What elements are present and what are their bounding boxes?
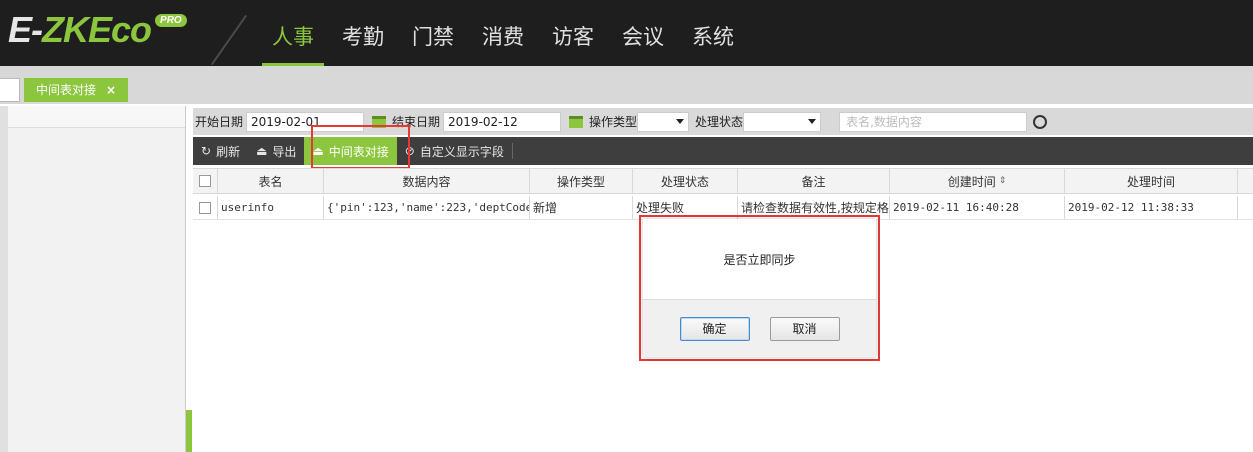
- ok-button[interactable]: 确定: [679, 316, 750, 341]
- left-panel-header: [8, 106, 185, 128]
- search-input[interactable]: 表名,数据内容: [839, 111, 1028, 132]
- app-logo[interactable]: E-ZKEco PRO: [8, 12, 187, 48]
- header-created[interactable]: 创建时间 ⇕: [890, 169, 1065, 193]
- header-status[interactable]: 处理状态: [633, 169, 738, 193]
- nav-meeting[interactable]: 会议: [612, 0, 674, 66]
- header-processed[interactable]: 处理时间: [1065, 169, 1238, 193]
- search-icon[interactable]: [1033, 114, 1048, 129]
- header-divider: [210, 14, 248, 66]
- select-all-checkbox[interactable]: [193, 169, 218, 193]
- tab-bar: 中间表对接 ×: [0, 66, 1253, 104]
- refresh-icon: ↻: [201, 144, 212, 158]
- header-created-label: 创建时间: [947, 174, 996, 189]
- cell-processed: 2019-02-12 11:38:33: [1065, 196, 1238, 219]
- export-icon: ⏏: [256, 144, 268, 158]
- custom-fields-button[interactable]: ⊘ 自定义显示字段: [397, 137, 512, 165]
- nav-access[interactable]: 门禁: [402, 0, 464, 66]
- toolbar-divider: [511, 143, 513, 159]
- dialog-footer: 确定 取消: [643, 299, 876, 357]
- row-checkbox[interactable]: [193, 196, 218, 219]
- top-header: E-ZKEco PRO 人事 考勤 门禁 消费 访客 会议 系统: [0, 0, 1253, 66]
- export-label: 导出: [272, 144, 297, 159]
- chevron-down-icon: [808, 119, 817, 124]
- tab-scroll-left[interactable]: [0, 78, 20, 102]
- logo-pro-badge: PRO: [155, 14, 187, 27]
- op-type-label: 操作类型: [589, 115, 638, 129]
- left-edge: [0, 106, 8, 452]
- nav-visitor[interactable]: 访客: [542, 0, 604, 66]
- tab-label: 中间表对接: [36, 83, 97, 97]
- start-date-label: 开始日期: [195, 115, 244, 129]
- custom-fields-label: 自定义显示字段: [419, 144, 504, 159]
- cell-op-type: 新增: [530, 196, 633, 219]
- table-header: 表名 数据内容 操作类型 处理状态 备注 创建时间 ⇕ 处理时间: [193, 168, 1253, 194]
- nav-personnel[interactable]: 人事: [262, 0, 324, 66]
- status-select[interactable]: [743, 111, 822, 132]
- header-op-type[interactable]: 操作类型: [530, 169, 633, 193]
- cell-table-name: userinfo: [218, 196, 324, 219]
- close-icon[interactable]: ×: [106, 78, 116, 102]
- nav-system[interactable]: 系统: [682, 0, 744, 66]
- status-label: 处理状态: [695, 115, 744, 129]
- cell-filler: [1238, 196, 1253, 219]
- refresh-label: 刷新: [216, 144, 241, 159]
- sort-icon[interactable]: ⇕: [999, 176, 1007, 186]
- cell-created: 2019-02-11 16:40:28: [890, 196, 1065, 219]
- dialog-message: 是否立即同步: [723, 252, 796, 267]
- logo-text: E-ZKEco: [8, 9, 152, 50]
- cancel-button[interactable]: 取消: [769, 316, 840, 341]
- cell-data-content: {'pin':123,'name':223,'deptCode':1: [324, 196, 530, 219]
- refresh-button[interactable]: ↻ 刷新: [193, 137, 248, 165]
- calendar-icon[interactable]: [569, 115, 584, 128]
- main-nav: 人事 考勤 门禁 消费 访客 会议 系统: [262, 0, 752, 66]
- header-table-name[interactable]: 表名: [218, 169, 324, 193]
- op-type-select[interactable]: [637, 111, 690, 132]
- header-filler: [1238, 169, 1253, 193]
- nav-consumption[interactable]: 消费: [472, 0, 534, 66]
- export-button[interactable]: ⏏ 导出: [248, 137, 304, 165]
- chevron-down-icon: [676, 119, 685, 124]
- header-data-content[interactable]: 数据内容: [324, 169, 530, 193]
- tab-middle-table[interactable]: 中间表对接 ×: [24, 78, 129, 102]
- left-panel: [8, 106, 186, 452]
- toolbar-highlight: [311, 125, 410, 169]
- panel-collapse-handle[interactable]: [186, 410, 192, 452]
- confirm-dialog: 是否立即同步 确定 取消: [643, 219, 876, 357]
- nav-attendance[interactable]: 考勤: [332, 0, 394, 66]
- header-remark[interactable]: 备注: [738, 169, 890, 193]
- end-date-input[interactable]: 2019-02-12: [443, 111, 562, 132]
